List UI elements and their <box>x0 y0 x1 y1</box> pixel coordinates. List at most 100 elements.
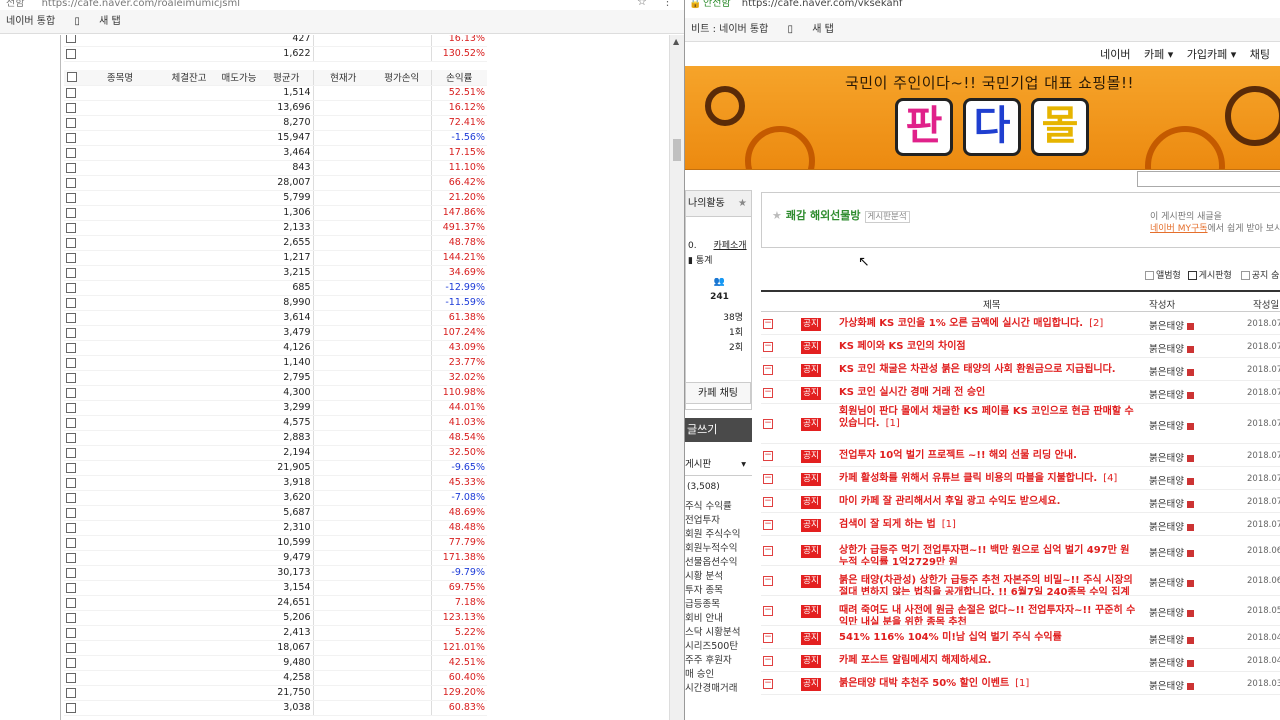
row-checkbox[interactable] <box>66 267 76 278</box>
col-header-avg[interactable]: 평균가 <box>260 70 314 86</box>
post-author[interactable]: 붉은태양 <box>1149 450 1194 464</box>
collapse-icon[interactable]: − <box>763 606 773 616</box>
holding-row[interactable]: 5,206 123.13% <box>64 610 487 626</box>
board-menu-item[interactable]: 스닥 시황분석 <box>685 626 752 640</box>
row-checkbox[interactable] <box>66 48 76 59</box>
post-title-link[interactable]: 검색이 잘 되게 하는 법 [1] <box>839 519 1139 531</box>
col-header-return[interactable]: 손익률 <box>430 70 487 86</box>
post-author[interactable]: 붉은태양 <box>1149 655 1194 669</box>
row-checkbox[interactable] <box>66 687 76 698</box>
post-title-link[interactable]: 때려 죽여도 내 사전에 원금 손절은 없다~!! 전업투자자~!! 꾸준히 수… <box>839 605 1139 625</box>
holding-row[interactable]: 3,299 44.01% <box>64 400 487 416</box>
post-author[interactable]: 붉은태양 <box>1149 341 1194 355</box>
holding-row[interactable]: 4,575 41.03% <box>64 415 487 431</box>
board-menu-item[interactable]: 회비 안내 <box>685 612 752 626</box>
post-author[interactable]: 붉은태양 <box>1149 418 1194 432</box>
row-checkbox[interactable] <box>66 207 76 218</box>
holding-row[interactable]: 685 -12.99% <box>64 280 487 296</box>
row-checkbox[interactable] <box>66 387 76 398</box>
collapse-icon[interactable]: − <box>763 519 773 530</box>
post-title-link[interactable]: 카페 활성화를 위해서 유튜브 클릭 비용의 따블을 지불합니다. [4] <box>839 473 1139 485</box>
holding-row[interactable]: 843 11.10% <box>64 160 487 176</box>
row-checkbox[interactable] <box>66 35 76 44</box>
row-checkbox[interactable] <box>66 477 76 488</box>
post-author[interactable]: 붉은태양 <box>1149 545 1194 559</box>
holding-row[interactable]: 2,310 48.48% <box>64 520 487 536</box>
holding-row[interactable]: 13,696 16.12% <box>64 100 487 116</box>
row-checkbox[interactable] <box>66 147 76 158</box>
row-checkbox[interactable] <box>66 567 76 578</box>
holding-row[interactable]: 3,479 107.24% <box>64 325 487 341</box>
post-author[interactable]: 붉은태양 <box>1149 605 1194 619</box>
post-row[interactable]: − 공지 KS 페이와 KS 코인의 차이점 붉은태양 2018.07 <box>761 335 1280 358</box>
row-checkbox[interactable] <box>66 402 76 413</box>
holding-row[interactable]: 3,464 17.15% <box>64 145 487 161</box>
row-checkbox[interactable] <box>66 522 76 533</box>
holding-row[interactable]: 2,795 32.02% <box>64 370 487 386</box>
holding-row[interactable]: 28,007 66.42% <box>64 175 487 191</box>
collapse-icon[interactable]: − <box>763 496 773 507</box>
comment-count[interactable]: [4] <box>1103 473 1117 484</box>
collapse-icon[interactable]: − <box>763 546 773 556</box>
bookmark-item[interactable]: 비트 : 네이버 통합 <box>691 24 768 35</box>
holding-row[interactable]: 1,217 144.21% <box>64 250 487 266</box>
post-row[interactable]: − 공지 가상화폐 KS 코인을 1% 오른 금액에 실시간 매입합니다. [2] 붉은… <box>761 312 1280 335</box>
row-checkbox[interactable] <box>66 102 76 113</box>
nav-chat[interactable]: 채팅 <box>1250 48 1270 61</box>
collapse-icon[interactable]: − <box>763 576 773 586</box>
scroll-up-icon[interactable]: ▲ <box>673 37 679 46</box>
holding-row[interactable]: 2,194 32.50% <box>64 445 487 461</box>
col-header-balance[interactable]: 체결잔고 <box>160 70 218 86</box>
row-checkbox[interactable] <box>66 312 76 323</box>
holding-row[interactable]: 3,038 60.83% <box>64 700 487 716</box>
post-title-link[interactable]: 붉은 태양(차관성) 상한가 급등주 추천 자본주의 비밀~!! 주식 시장의 … <box>839 575 1139 595</box>
row-checkbox[interactable] <box>66 117 76 128</box>
holding-row[interactable]: 21,750 129.20% <box>64 685 487 701</box>
cafe-search-input[interactable] <box>1137 171 1280 187</box>
post-author[interactable]: 붉은태양 <box>1149 473 1194 487</box>
board-menu-item[interactable]: 시황 분석 <box>685 570 752 584</box>
row-checkbox[interactable] <box>66 342 76 353</box>
post-title-link[interactable]: KS 코인 실시간 경매 거래 전 승인 <box>839 387 1139 399</box>
col-header-current[interactable]: 현재가 <box>313 70 373 86</box>
select-all-checkbox[interactable] <box>67 72 77 83</box>
collapse-icon[interactable]: − <box>763 387 773 398</box>
row-checkbox[interactable] <box>66 627 76 638</box>
post-title-link[interactable]: KS 코인 채굴은 차관성 붉은 태양의 사회 환원금으로 지급됩니다. <box>839 364 1139 376</box>
row-checkbox[interactable] <box>66 162 76 173</box>
album-view-option[interactable]: 앨범형 <box>1145 271 1181 281</box>
favorite-star-icon[interactable]: ★ <box>772 209 782 222</box>
post-title-link[interactable]: 회원님이 판다 몰에서 채굴한 KS 페이를 KS 코인으로 현금 판매할 수 … <box>839 406 1139 430</box>
col-header-eval[interactable]: 평가손익 <box>373 70 431 86</box>
post-author[interactable]: 붉은태양 <box>1149 387 1194 401</box>
board-menu-item[interactable]: 주주 후원자 <box>685 654 752 668</box>
holding-row[interactable]: 8,990 -11.59% <box>64 295 487 311</box>
holding-row[interactable]: 8,270 72.41% <box>64 115 487 131</box>
post-row[interactable]: − 공지 붉은태양 대박 추천주 50% 할인 이벤트 [1] 붉은태양 2018.03 <box>761 672 1280 695</box>
row-checkbox[interactable] <box>66 597 76 608</box>
holding-row[interactable]: 2,655 48.78% <box>64 235 487 251</box>
row-checkbox[interactable] <box>66 552 76 563</box>
row-checkbox[interactable] <box>66 87 76 98</box>
cafe-chat-button[interactable]: 카페 채팅 <box>685 382 751 404</box>
row-checkbox[interactable] <box>66 642 76 653</box>
row-checkbox[interactable] <box>66 672 76 683</box>
post-author[interactable]: 붉은태양 <box>1149 364 1194 378</box>
collapse-icon[interactable]: − <box>763 632 773 643</box>
bookmark-item[interactable]: 새 탭 <box>99 16 121 27</box>
row-checkbox[interactable] <box>66 492 76 503</box>
post-title-link[interactable]: 카페 포스트 알림메세지 해제하세요. <box>839 655 1139 667</box>
post-title-link[interactable]: KS 페이와 KS 코인의 차이점 <box>839 341 1139 353</box>
board-menu-item[interactable]: 시간경매거래 <box>685 682 752 696</box>
row-checkbox[interactable] <box>66 462 76 473</box>
holding-row[interactable]: 2,883 48.54% <box>64 430 487 446</box>
holding-row[interactable]: 4,126 43.09% <box>64 340 487 356</box>
post-row[interactable]: − 공지 카페 포스트 알림메세지 해제하세요. 붉은태양 2018.04 <box>761 649 1280 672</box>
row-checkbox[interactable] <box>66 252 76 263</box>
post-row[interactable]: − 공지 KS 코인 채굴은 차관성 붉은 태양의 사회 환원금으로 지급됩니다. 붉… <box>761 358 1280 381</box>
row-checkbox[interactable] <box>66 297 76 308</box>
post-row[interactable]: − 공지 상한가 급등주 먹기 전업투자편~!! 백만 원으로 십억 벌기 497만… <box>761 536 1280 566</box>
row-checkbox[interactable] <box>66 537 76 548</box>
post-title-link[interactable]: 붉은태양 대박 추천주 50% 할인 이벤트 [1] <box>839 678 1139 690</box>
left-url-text[interactable]: https://cafe.naver.com/roaleimumicjsml <box>42 0 240 9</box>
